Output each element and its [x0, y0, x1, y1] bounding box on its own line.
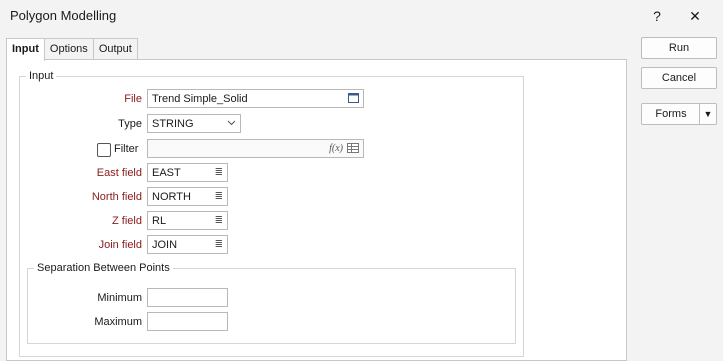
north-field-value: NORTH — [152, 191, 191, 203]
tab-output[interactable]: Output — [92, 38, 138, 59]
east-field-value: EAST — [152, 167, 181, 179]
chevron-down-icon — [227, 118, 236, 130]
expression-icon[interactable]: f(x) — [329, 143, 343, 154]
type-label: Type — [118, 118, 142, 130]
type-select[interactable]: STRING — [147, 114, 241, 133]
filter-checkbox[interactable] — [97, 143, 111, 157]
z-field-input[interactable]: RL ≣ — [147, 211, 228, 230]
file-label: File — [124, 93, 142, 105]
east-field-input[interactable]: EAST ≣ — [147, 163, 228, 182]
minimum-label: Minimum — [97, 292, 142, 304]
north-field-input[interactable]: NORTH ≣ — [147, 187, 228, 206]
z-field-label: Z field — [112, 215, 142, 227]
help-button[interactable]: ? — [637, 4, 677, 28]
separation-group-legend: Separation Between Points — [37, 262, 170, 274]
maximum-label: Maximum — [94, 316, 142, 328]
close-button[interactable]: ✕ — [675, 4, 715, 28]
z-field-value: RL — [152, 215, 167, 227]
join-field-label: Join field — [98, 239, 142, 251]
type-value: STRING — [152, 118, 194, 130]
table-icon[interactable] — [347, 143, 359, 156]
tab-input[interactable]: Input — [6, 38, 45, 61]
list-icon[interactable]: ≣ — [215, 239, 223, 250]
cancel-button[interactable]: Cancel — [641, 67, 717, 89]
forms-label: Forms — [655, 108, 687, 120]
input-group-legend: Input — [29, 70, 54, 82]
run-button[interactable]: Run — [641, 37, 717, 59]
forms-button[interactable]: Forms ▼ — [641, 103, 717, 125]
tab-bar: Input Options Output — [6, 38, 138, 61]
file-value: Trend Simple_Solid — [152, 93, 248, 105]
browse-icon[interactable] — [348, 93, 359, 106]
tab-options[interactable]: Options — [43, 38, 94, 59]
title-bar: Polygon Modelling ? ✕ — [0, 0, 723, 32]
file-input[interactable]: Trend Simple_Solid — [147, 89, 364, 108]
minimum-input[interactable] — [147, 288, 228, 307]
east-field-label: East field — [96, 167, 142, 179]
list-icon[interactable]: ≣ — [215, 215, 223, 226]
join-field-input[interactable]: JOIN ≣ — [147, 235, 228, 254]
maximum-input[interactable] — [147, 312, 228, 331]
filter-input[interactable]: f(x) — [147, 139, 364, 158]
filter-label: Filter — [114, 143, 139, 155]
north-field-label: North field — [91, 191, 142, 203]
list-icon[interactable]: ≣ — [215, 167, 223, 178]
window-title: Polygon Modelling — [10, 8, 117, 23]
list-icon[interactable]: ≣ — [215, 191, 223, 202]
join-field-value: JOIN — [152, 239, 178, 251]
chevron-down-icon[interactable]: ▼ — [699, 104, 716, 124]
